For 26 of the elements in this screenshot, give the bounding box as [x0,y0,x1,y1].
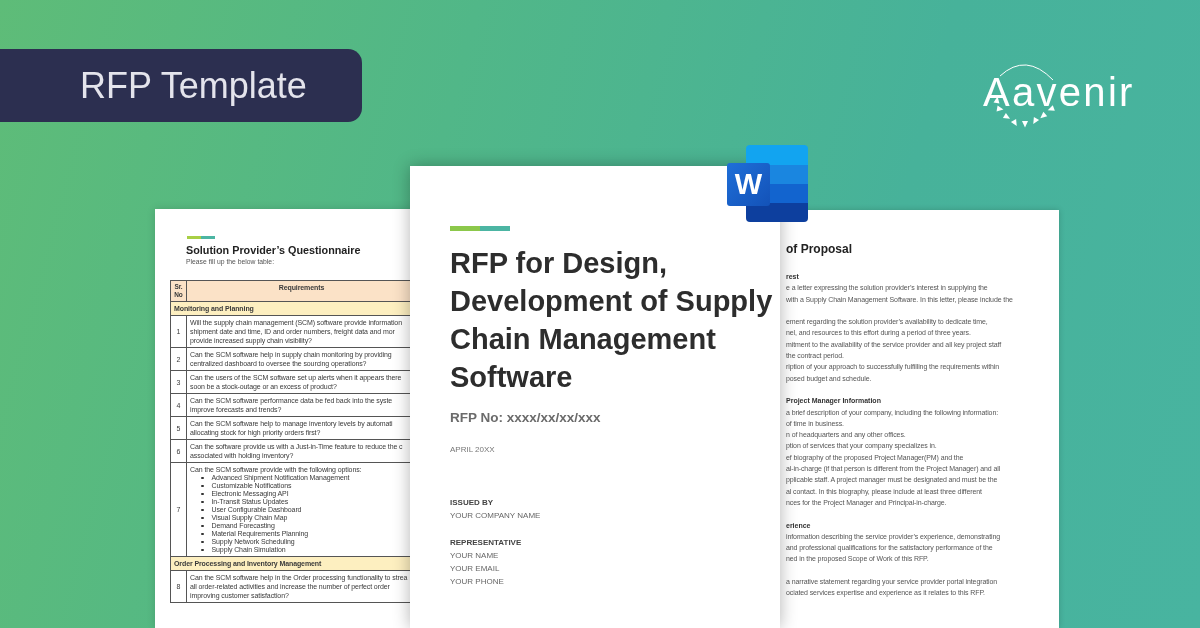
block-heading: REPRESENTATIVE [450,537,523,549]
rfp-number: RFP No: xxxx/xx/xx/xxx [450,409,602,427]
bullet-icon [201,516,204,520]
page-title: Solution Provider’s Questionnaire [186,243,362,257]
bullet-icon [201,500,204,504]
bullet-icon [201,484,204,488]
bullet-icon [201,476,204,480]
brand-logo: Aavenir [983,60,1138,128]
accent-bar [450,226,510,231]
bullet-icon [201,540,204,544]
bullet-icon [201,524,204,528]
block-text: YOUR EMAIL [450,563,501,575]
document-app-logo: W [727,145,808,222]
page-title: of Proposal [786,241,853,257]
date-text: APRIL 20XX [450,444,496,456]
block-text: YOUR NAME [450,550,500,562]
block-text: YOUR COMPANY NAME [450,510,542,522]
document-title: RFP for Design, Development of Supply Chain Management Software [450,246,774,395]
bullet-icon [201,508,204,512]
bullet-icon [201,548,204,552]
bullet-icon [201,532,204,536]
block-text: YOUR PHONE [450,576,505,588]
accent-bar [187,236,215,239]
title-banner: RFP Template [0,49,362,122]
bullet-icon [201,492,204,496]
block-heading: ISSUED BY [450,497,495,509]
